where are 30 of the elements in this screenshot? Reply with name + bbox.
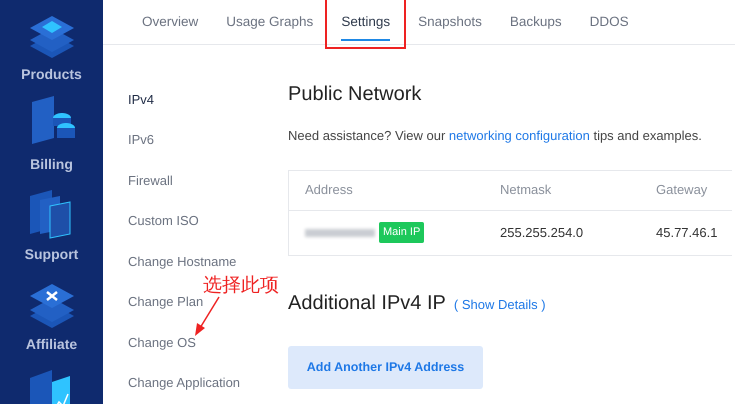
menu-item[interactable]: Change Plan bbox=[128, 282, 204, 322]
tab[interactable]: Settings bbox=[327, 0, 404, 45]
sidebar-item[interactable]: Billing bbox=[30, 154, 73, 175]
section-title: Additional IPv4 IP bbox=[288, 290, 446, 316]
menu-item[interactable]: Custom ISO bbox=[128, 200, 199, 241]
table-cell-text: 45.77.46.1 bbox=[656, 224, 718, 242]
tab[interactable]: Overview bbox=[128, 0, 212, 45]
tab[interactable]: Snapshots bbox=[404, 0, 496, 45]
help-text: Need assistance? View our networking configuration tips and examples. bbox=[288, 127, 703, 145]
column-header: Netmask bbox=[500, 181, 552, 200]
tab[interactable]: Usage Graphs bbox=[212, 0, 328, 45]
annotation-text: 选择此项 bbox=[203, 273, 279, 298]
column-header: Gateway bbox=[656, 181, 708, 200]
sidebar-item[interactable]: Products bbox=[21, 64, 82, 85]
sidebar-item[interactable]: Support bbox=[24, 244, 78, 265]
column-header: Address bbox=[305, 181, 353, 200]
menu-item[interactable]: Change Application bbox=[128, 362, 240, 403]
tab[interactable]: DDOS bbox=[576, 0, 643, 45]
add-address-button[interactable]: Add Another IPv4 Address bbox=[288, 346, 483, 388]
tab[interactable]: Backups bbox=[496, 0, 576, 45]
status-badge: Main IP bbox=[379, 222, 424, 243]
section-title: Public Network bbox=[288, 82, 422, 107]
show-details-link[interactable]: ( Show Details ) bbox=[454, 294, 546, 314]
menu-item[interactable]: Change OS bbox=[128, 322, 196, 362]
table-cell-text: 255.255.254.0 bbox=[500, 224, 584, 242]
menu-item[interactable]: IPv4 bbox=[128, 79, 154, 120]
link[interactable]: networking configuration bbox=[448, 128, 590, 143]
menu-item[interactable]: IPv6 bbox=[128, 120, 154, 160]
sidebar-item[interactable]: Affiliate bbox=[26, 334, 78, 355]
menu-item[interactable]: Firewall bbox=[128, 160, 173, 200]
